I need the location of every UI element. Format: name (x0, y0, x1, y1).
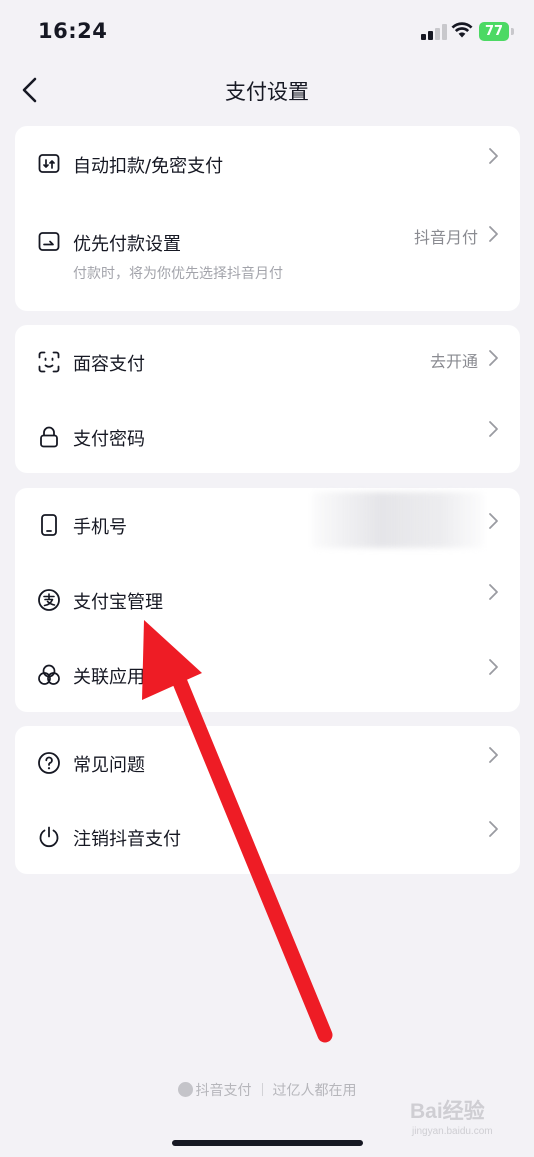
chevron-right-icon (489, 148, 498, 164)
priority-pay-label: 优先付款设置 (73, 234, 181, 255)
settings-card-payment: 自动扣款/免密支付 优先付款设置 抖音月付 付款时，将为你优先选择抖音月付 (15, 126, 520, 311)
face-pay-value: 去开通 (429, 352, 478, 371)
pay-password-label: 支付密码 (73, 429, 145, 450)
douyin-logo-icon (177, 1082, 193, 1097)
blurred-phone-number (312, 492, 484, 548)
settings-card-accounts: 手机号 支付宝管理 关联应用 (15, 488, 520, 712)
priority-pay-icon (38, 232, 60, 251)
footer-slogan: 过亿人都在用 (272, 1083, 357, 1099)
chevron-right-icon (489, 350, 498, 366)
face-id-icon (38, 351, 60, 373)
linked-apps-row[interactable]: 关联应用 (15, 637, 520, 712)
chevron-right-icon (489, 584, 498, 600)
alipay-manage-row[interactable]: 支付宝管理 (15, 562, 520, 637)
alipay-manage-label: 支付宝管理 (73, 592, 163, 613)
deregister-row[interactable]: 注销抖音支付 (15, 800, 520, 874)
priority-pay-value: 抖音月付 (413, 228, 478, 247)
cellular-signal-icon (421, 24, 447, 40)
power-icon (39, 826, 59, 848)
auto-pay-row[interactable]: 自动扣款/免密支付 (15, 126, 520, 202)
watermark-url: jingyan.baidu.com (412, 1126, 493, 1137)
chevron-right-icon (489, 421, 498, 437)
face-pay-label: 面容支付 (73, 354, 145, 375)
status-time: 16:24 (38, 19, 108, 43)
status-bar: 16:24 77 (0, 0, 534, 62)
face-pay-row[interactable]: 面容支付 去开通 (15, 325, 520, 399)
nav-bar: 支付设置 (0, 62, 534, 118)
question-icon (38, 752, 60, 774)
footer-brand: 抖音支付 (195, 1083, 252, 1099)
auto-pay-icon (38, 154, 60, 173)
wifi-icon (451, 22, 473, 38)
priority-pay-subtitle: 付款时，将为你优先选择抖音月付 (73, 266, 283, 282)
chevron-right-icon (489, 226, 498, 242)
watermark: Bai经验 jingyan.baidu.com (410, 1095, 520, 1141)
alipay-icon (38, 589, 60, 611)
battery-tip (511, 28, 514, 35)
pay-password-row[interactable]: 支付密码 (15, 399, 520, 473)
footer-divider (261, 1083, 263, 1096)
watermark-text: Bai经验 (410, 1100, 485, 1123)
lock-icon (40, 426, 58, 448)
linked-apps-label: 关联应用 (73, 667, 145, 688)
chevron-right-icon (489, 513, 498, 529)
page-title: 支付设置 (225, 80, 309, 104)
chevron-right-icon (489, 821, 498, 837)
settings-card-help: 常见问题 注销抖音支付 (15, 726, 520, 874)
chevron-right-icon (489, 659, 498, 675)
linked-apps-icon (38, 664, 60, 685)
battery-level: 77 (484, 24, 504, 39)
battery-icon: 77 (479, 22, 509, 41)
phone-icon (41, 514, 57, 536)
deregister-label: 注销抖音支付 (73, 829, 181, 850)
phone-label: 手机号 (73, 517, 127, 538)
home-indicator (172, 1140, 363, 1146)
phone-row[interactable]: 手机号 (15, 488, 520, 562)
auto-pay-label: 自动扣款/免密支付 (73, 156, 224, 177)
settings-card-security: 面容支付 去开通 支付密码 (15, 325, 520, 473)
faq-row[interactable]: 常见问题 (15, 726, 520, 800)
chevron-right-icon (489, 747, 498, 763)
faq-label: 常见问题 (73, 755, 145, 776)
priority-pay-row[interactable]: 优先付款设置 抖音月付 付款时，将为你优先选择抖音月付 (15, 202, 520, 311)
